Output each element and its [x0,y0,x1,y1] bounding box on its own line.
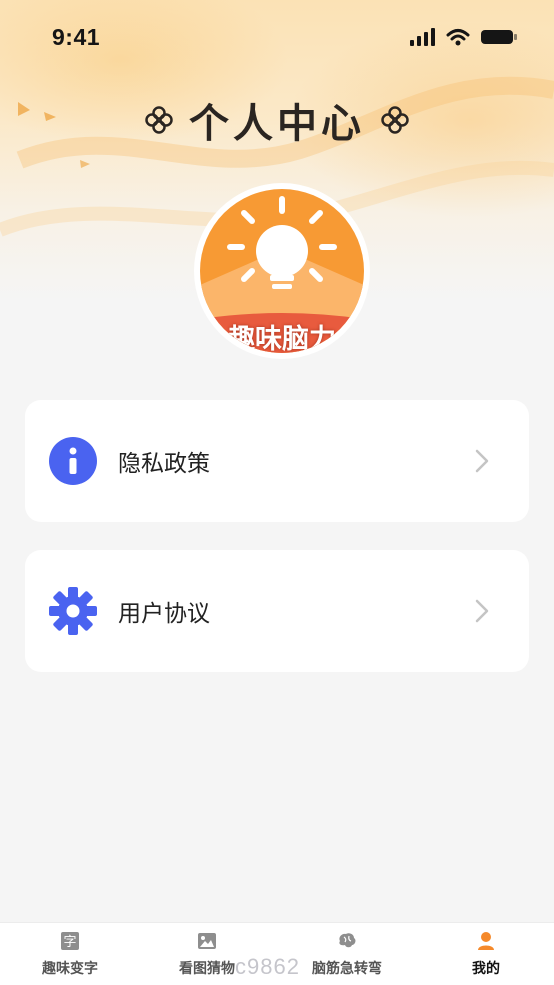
info-icon [49,437,97,485]
char-icon: 字 [61,932,79,950]
avatar-text: 趣味脑力 [228,324,336,353]
tab-label: 脑筋急转弯 [312,961,382,977]
status-time: 9:41 [52,24,101,50]
brain-icon [339,933,356,948]
tab-label: 趣味变字 [42,961,98,977]
image-icon [198,933,216,949]
tab-brain-teaser[interactable]: 脑筋急转弯 [287,931,407,978]
tab-fun-characters[interactable]: 字 趣味变字 [10,931,130,978]
avatar[interactable]: 趣味脑力 [196,185,368,357]
watermark: c9862 [235,954,300,979]
clover-icon-left [145,106,173,134]
menu-item-label: 用户协议 [118,601,210,627]
menu-item-label: 隐私政策 [118,451,210,477]
chevron-right-icon [475,449,489,473]
wifi-icon [446,29,470,46]
tab-label: 我的 [472,961,500,977]
menu-item-privacy[interactable]: 隐私政策 [25,400,529,522]
svg-text:字: 字 [63,935,76,950]
battery-icon [481,30,517,44]
clover-icon-right [381,106,409,134]
menu-item-user-agreement[interactable]: 用户协议 [25,550,529,672]
person-icon [478,932,494,950]
status-bar: 9:41 [0,0,554,76]
gear-icon [49,587,97,635]
tab-mine[interactable]: 我的 [426,931,546,978]
signal-icon [410,28,435,46]
page-title: 个人中心 [189,101,365,147]
chevron-right-icon [475,599,489,623]
